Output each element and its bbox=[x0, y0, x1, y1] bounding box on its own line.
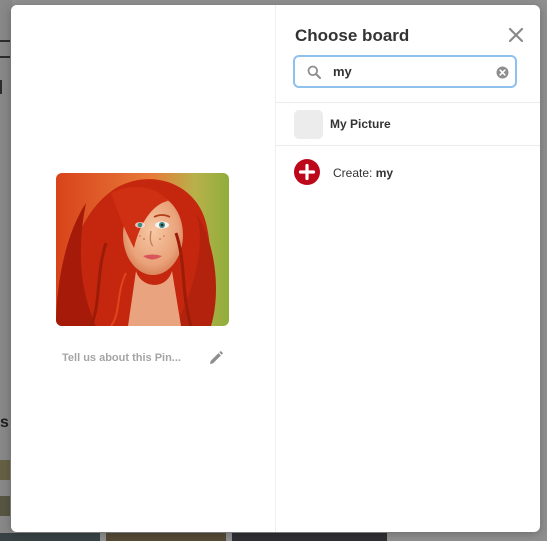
search-icon bbox=[307, 65, 321, 79]
plus-circle-icon bbox=[294, 159, 320, 185]
pin-description-placeholder[interactable]: Tell us about this Pin... bbox=[62, 352, 181, 364]
pin-image bbox=[56, 173, 229, 326]
create-board-option[interactable]: Create: my bbox=[276, 148, 540, 193]
board-search-input[interactable] bbox=[333, 62, 483, 81]
create-prefix: Create: bbox=[333, 166, 373, 180]
board-option[interactable]: My Picture bbox=[276, 103, 540, 146]
create-board-label: Create: my bbox=[333, 166, 393, 180]
pencil-icon[interactable] bbox=[208, 350, 224, 366]
clear-input-icon[interactable] bbox=[496, 66, 509, 79]
choose-board-modal: Tell us about this Pin... Choose board m… bbox=[11, 5, 540, 532]
modal-title: Choose board bbox=[295, 26, 410, 45]
create-board-name: my bbox=[375, 166, 394, 180]
board-thumbnail bbox=[294, 110, 323, 139]
board-picker-panel: Choose board My bbox=[276, 5, 540, 532]
pin-preview-panel: Tell us about this Pin... bbox=[11, 5, 275, 532]
board-option-label: My Picture bbox=[330, 117, 391, 131]
board-search-field[interactable] bbox=[293, 55, 517, 88]
divider bbox=[276, 145, 540, 146]
close-icon[interactable] bbox=[508, 27, 524, 43]
